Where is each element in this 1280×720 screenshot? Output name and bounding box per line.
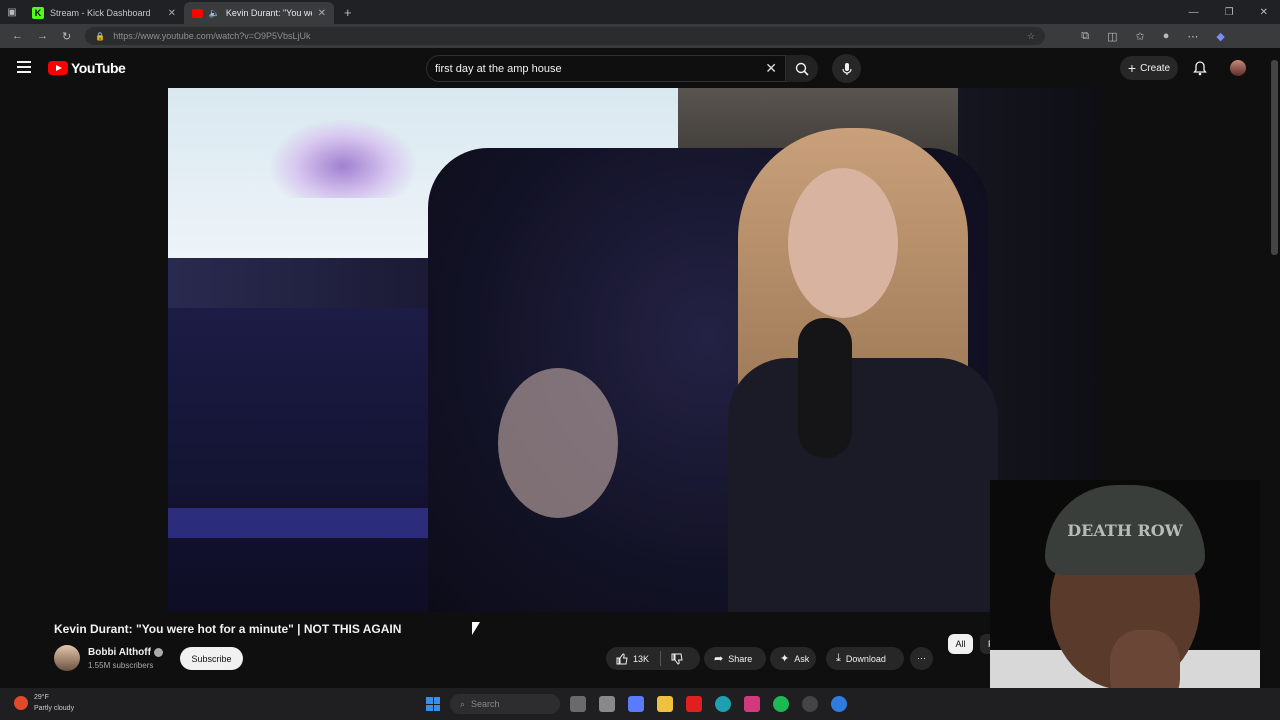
kick-icon: K [32, 7, 44, 19]
spotify-icon[interactable] [773, 696, 789, 712]
url-text: https://www.youtube.com/watch?v=O9P5VbsL… [113, 31, 311, 41]
video-player[interactable] [168, 88, 1102, 612]
reload-icon[interactable]: ↻ [62, 30, 71, 43]
speaker-icon[interactable]: 🔈 [209, 8, 220, 19]
thumbs-down-icon[interactable] [671, 653, 683, 665]
close-tab-icon[interactable]: ✕ [318, 8, 326, 19]
tab-kick-dashboard[interactable]: K Stream - Kick Dashboard ✕ [24, 2, 184, 24]
weather-widget[interactable]: 29°F Partly cloudy [14, 692, 74, 714]
back-icon[interactable]: ← [12, 30, 23, 42]
subscribe-button[interactable]: Subscribe [180, 647, 243, 670]
podcast-microphone [798, 318, 852, 458]
widgets-icon[interactable] [570, 696, 586, 712]
ask-button[interactable]: ✦ Ask [770, 647, 816, 670]
verified-badge-icon [153, 647, 163, 657]
tab-label: Stream - Kick Dashboard [50, 8, 151, 18]
page-scrollbar[interactable] [1271, 60, 1278, 255]
copilot-icon[interactable]: ◆ [1216, 30, 1224, 43]
video-hand [498, 368, 618, 518]
extensions-icon[interactable]: ⧉ [1081, 30, 1089, 43]
youtube-play-icon [48, 61, 68, 75]
youtube-header: YouTube first day at the amp house ✕ + C… [0, 48, 1280, 88]
search-icon: ⌕ [460, 698, 466, 709]
sparkle-icon: ✦ [780, 653, 790, 665]
favorites-icon[interactable]: ✩ [1135, 30, 1144, 43]
like-button[interactable]: 13K [616, 652, 650, 665]
close-tab-icon[interactable]: ✕ [168, 8, 176, 19]
more-menu-icon[interactable]: ⋯ [1187, 30, 1198, 43]
download-button[interactable]: ⤓ Download [826, 647, 904, 670]
clear-search-icon[interactable]: ✕ [765, 60, 777, 77]
voice-search-button[interactable] [832, 54, 861, 83]
site-info-icon[interactable]: 🔒 [95, 32, 105, 41]
youtube-icon [192, 8, 203, 18]
search-value: first day at the amp house [435, 62, 562, 75]
video-title: Kevin Durant: "You were hot for a minute… [54, 622, 402, 636]
video-person [708, 128, 1008, 612]
obs-icon[interactable] [802, 696, 818, 712]
url-field[interactable]: 🔒 https://www.youtube.com/watch?v=O9P5Vb… [85, 27, 1046, 45]
new-tab-button[interactable]: + [344, 5, 352, 20]
forward-icon[interactable]: → [37, 30, 48, 42]
share-button[interactable]: ➦ Share [704, 647, 766, 670]
microphone-icon [841, 62, 852, 75]
channel-name[interactable]: Bobbi Althoff [88, 647, 163, 658]
star-icon[interactable]: ☆ [1027, 31, 1035, 42]
share-icon: ➦ [714, 653, 724, 665]
address-bar-row: ← → ↻ 🔒 https://www.youtube.com/watch?v=… [0, 24, 1280, 48]
app-icon[interactable] [831, 696, 847, 712]
search-icon [795, 62, 809, 76]
more-icon: ⋯ [917, 653, 926, 663]
copilot-app-icon[interactable] [628, 696, 644, 712]
minimize-icon[interactable]: — [1189, 7, 1199, 18]
windows-start-icon[interactable] [426, 697, 440, 711]
chip-all[interactable]: All [948, 634, 973, 654]
hamburger-menu-icon[interactable] [17, 61, 31, 73]
search-button[interactable] [786, 55, 818, 82]
more-actions-button[interactable]: ⋯ [910, 647, 933, 670]
download-icon: ⤓ [836, 652, 841, 664]
mouse-cursor-icon [472, 622, 480, 635]
like-count: 13K [633, 653, 650, 664]
channel-avatar[interactable] [54, 645, 80, 671]
webcam-overlay: DEATH ROW [990, 480, 1260, 720]
browser-tab-bar: ▣ K Stream - Kick Dashboard ✕ 🔈 Kevin Du… [0, 0, 1280, 24]
account-avatar[interactable] [1230, 60, 1246, 76]
weather-icon [14, 696, 28, 710]
subscriber-count: 1.55M subscribers [88, 661, 154, 670]
webcam-hat: DEATH ROW [1045, 485, 1205, 575]
video-couch [168, 308, 438, 612]
restore-icon[interactable]: ❐ [1225, 7, 1234, 18]
taskbar-search[interactable]: ⌕ Search [450, 694, 560, 714]
folder-icon[interactable] [657, 696, 673, 712]
tab-label: Kevin Durant: "You were hot [225, 8, 312, 18]
split-screen-icon[interactable]: ◫ [1107, 30, 1117, 43]
tab-youtube-video[interactable]: 🔈 Kevin Durant: "You were hot ✕ [184, 2, 334, 24]
thumbs-up-icon [616, 652, 628, 664]
plus-icon: + [1127, 60, 1137, 76]
create-button[interactable]: + Create [1120, 56, 1178, 80]
edge-icon[interactable] [715, 696, 731, 712]
instagram-icon[interactable] [744, 696, 760, 712]
youtube-app-icon[interactable] [686, 696, 702, 712]
close-window-icon[interactable]: ✕ [1260, 7, 1268, 18]
like-dislike-group: 13K [606, 647, 700, 670]
file-explorer-icon[interactable] [599, 696, 615, 712]
window-controls: — ❐ ✕ [1189, 7, 1280, 18]
taskbar-app-icons [570, 696, 847, 712]
youtube-logo[interactable]: YouTube [48, 60, 126, 76]
notifications-bell-icon[interactable] [1192, 60, 1208, 76]
tab-actions-icon[interactable]: ▣ [0, 7, 24, 18]
profile-icon[interactable]: ● [1163, 30, 1170, 43]
search-input[interactable]: first day at the amp house ✕ [426, 55, 786, 82]
windows-taskbar: 29°F Partly cloudy ⌕ Search [0, 688, 1280, 720]
